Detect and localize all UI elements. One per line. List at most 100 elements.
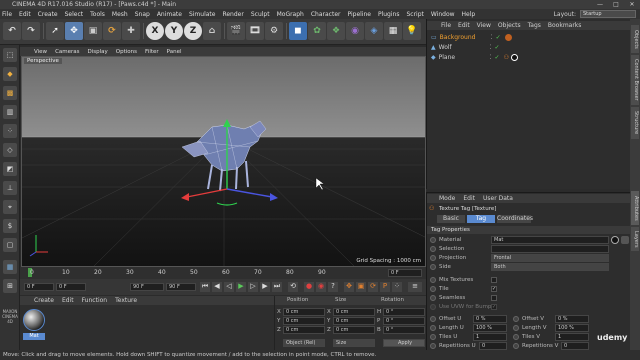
menu-sculpt[interactable]: Sculpt — [251, 11, 270, 18]
seamless-checkbox[interactable] — [491, 295, 497, 301]
x-axis-lock-button[interactable]: X — [146, 22, 164, 40]
minimize-button[interactable]: — — [592, 0, 608, 9]
obj-menu-bookmarks[interactable]: Bookmarks — [548, 22, 582, 29]
material-preview-icon[interactable] — [611, 236, 619, 244]
menu-plugins[interactable]: Plugins — [378, 11, 400, 18]
projection-dropdown[interactable]: Frontal — [491, 254, 609, 262]
timeline-menu-icon[interactable]: ≡ — [408, 282, 422, 292]
obj-menu-view[interactable]: View — [477, 22, 491, 29]
end-frame-field[interactable]: 90 F — [166, 283, 196, 291]
obj-menu-edit[interactable]: Edit — [458, 22, 470, 29]
points-mode-icon[interactable]: ⁘ — [3, 124, 17, 138]
animate-dot-icon[interactable] — [430, 334, 436, 340]
object-name[interactable]: Wolf — [439, 44, 484, 51]
enabled-check-icon[interactable]: ✓ — [495, 44, 500, 51]
snap-icon[interactable]: $ — [3, 219, 17, 233]
viewport-menu-options[interactable]: Options — [116, 49, 137, 55]
mat-menu-texture[interactable]: Texture — [115, 297, 137, 304]
rot-h-field[interactable]: 0 ° — [383, 308, 425, 316]
play-icon[interactable]: ▶ — [236, 282, 246, 292]
object-row-wolf[interactable]: ▲ Wolf ⁚ ✓ — [427, 43, 631, 52]
recent-tools-icon[interactable]: ✚ — [122, 22, 140, 40]
attr-menu-userdata[interactable]: User Data — [483, 195, 513, 202]
animate-dot-icon[interactable] — [513, 334, 519, 340]
animate-dot-icon[interactable] — [430, 304, 436, 310]
make-editable-icon[interactable]: ⬚ — [3, 48, 17, 62]
visibility-dots-icon[interactable]: ⁚ — [490, 44, 492, 51]
start-frame-field[interactable]: 0 F — [24, 283, 54, 291]
material-swatch[interactable] — [23, 309, 45, 331]
array-icon[interactable]: ❖ — [327, 22, 345, 40]
camera-icon[interactable]: ▦ — [384, 22, 402, 40]
subdivision-icon[interactable]: ✿ — [308, 22, 326, 40]
render-settings-icon[interactable]: ⚙ — [265, 22, 283, 40]
keyframe-selection-icon[interactable]: ? — [328, 282, 338, 292]
preview-start-field[interactable]: 0 F — [56, 283, 86, 291]
obj-menu-file[interactable]: File — [441, 22, 451, 29]
mat-menu-edit[interactable]: Edit — [62, 297, 74, 304]
animate-dot-icon[interactable] — [430, 237, 436, 243]
position-key-icon[interactable]: ✥ — [344, 282, 354, 292]
menu-pipeline[interactable]: Pipeline — [347, 11, 370, 18]
render-view-icon[interactable]: 🎬 — [227, 22, 245, 40]
repetitions-v-field[interactable]: 0 — [561, 342, 589, 350]
close-button[interactable]: ✕ — [624, 0, 640, 9]
size-z-field[interactable]: 0 cm — [333, 326, 375, 334]
perspective-viewport[interactable]: Perspective Grid Spacing : 1000 cm — [21, 56, 426, 267]
repetitions-u-field[interactable]: 0 — [479, 342, 507, 350]
material-menu-icon[interactable] — [621, 236, 629, 244]
mat-menu-function[interactable]: Function — [82, 297, 108, 304]
material-name[interactable]: Mat — [23, 333, 45, 340]
loop-icon[interactable]: ⟲ — [288, 282, 298, 292]
grid-icon[interactable]: ⊞ — [3, 279, 17, 293]
prev-frame-icon[interactable]: ◁ — [224, 282, 234, 292]
tab-structure-vertical[interactable]: Structure — [631, 107, 639, 139]
lock-workplane-icon[interactable]: ▢ — [3, 238, 17, 252]
object-name[interactable]: Plane — [439, 54, 484, 61]
menu-animate[interactable]: Animate — [157, 11, 182, 18]
move-tool-icon[interactable]: ✥ — [65, 22, 83, 40]
menu-render[interactable]: Render — [222, 11, 243, 18]
animate-dot-icon[interactable] — [430, 264, 436, 270]
tweak-mode-icon[interactable]: ⌖ — [3, 200, 17, 214]
edges-mode-icon[interactable]: ◇ — [3, 143, 17, 157]
rot-p-field[interactable]: 0 ° — [383, 317, 425, 325]
animate-dot-icon[interactable] — [430, 246, 436, 252]
menu-create[interactable]: Create — [38, 11, 58, 18]
workplane-icon[interactable]: ▥ — [3, 105, 17, 119]
pla-key-icon[interactable]: ⁘ — [392, 282, 402, 292]
offset-u-field[interactable]: 0 % — [473, 315, 507, 323]
length-v-field[interactable]: 100 % — [555, 324, 589, 332]
tile-checkbox[interactable]: ✓ — [491, 286, 497, 292]
apply-button[interactable]: Apply — [383, 339, 425, 347]
enabled-check-icon[interactable]: ✓ — [495, 54, 500, 61]
offset-v-field[interactable]: 0 % — [555, 315, 589, 323]
tab-content-browser-vertical[interactable]: Content Browser — [631, 55, 639, 105]
size-x-field[interactable]: 0 cm — [333, 308, 375, 316]
viewport-menu-filter[interactable]: Filter — [145, 49, 159, 55]
size-mode-dropdown[interactable]: Size — [333, 339, 375, 347]
length-u-field[interactable]: 100 % — [473, 324, 507, 332]
param-key-icon[interactable]: P — [380, 282, 390, 292]
y-axis-lock-button[interactable]: Y — [165, 22, 183, 40]
texture-mode-icon[interactable]: ▩ — [3, 86, 17, 100]
viewport-menu-panel[interactable]: Panel — [167, 49, 182, 55]
pos-x-field[interactable]: 0 cm — [283, 308, 325, 316]
undo-icon[interactable]: ↶ — [3, 22, 21, 40]
tab-tag[interactable]: Tag — [467, 215, 495, 223]
spline-icon[interactable]: ◈ — [365, 22, 383, 40]
tab-basic[interactable]: Basic — [437, 215, 465, 223]
animate-dot-icon[interactable] — [430, 316, 436, 322]
texture-tag-icon[interactable]: ⚇ — [504, 54, 509, 61]
animate-dot-icon[interactable] — [513, 343, 519, 349]
z-axis-lock-button[interactable]: Z — [184, 22, 202, 40]
next-key-icon[interactable]: ▶ — [260, 282, 270, 292]
material-tag-icon[interactable] — [504, 34, 512, 41]
maximize-button[interactable]: □ — [608, 0, 624, 9]
obj-menu-tags[interactable]: Tags — [528, 22, 541, 29]
render-picture-viewer-icon[interactable]: 🎞 — [246, 22, 264, 40]
menu-help[interactable]: Help — [462, 11, 476, 18]
model-mode-icon[interactable]: ◆ — [3, 67, 17, 81]
tab-attributes-vertical[interactable]: Attributes — [631, 191, 639, 225]
side-dropdown[interactable]: Both — [491, 263, 609, 271]
